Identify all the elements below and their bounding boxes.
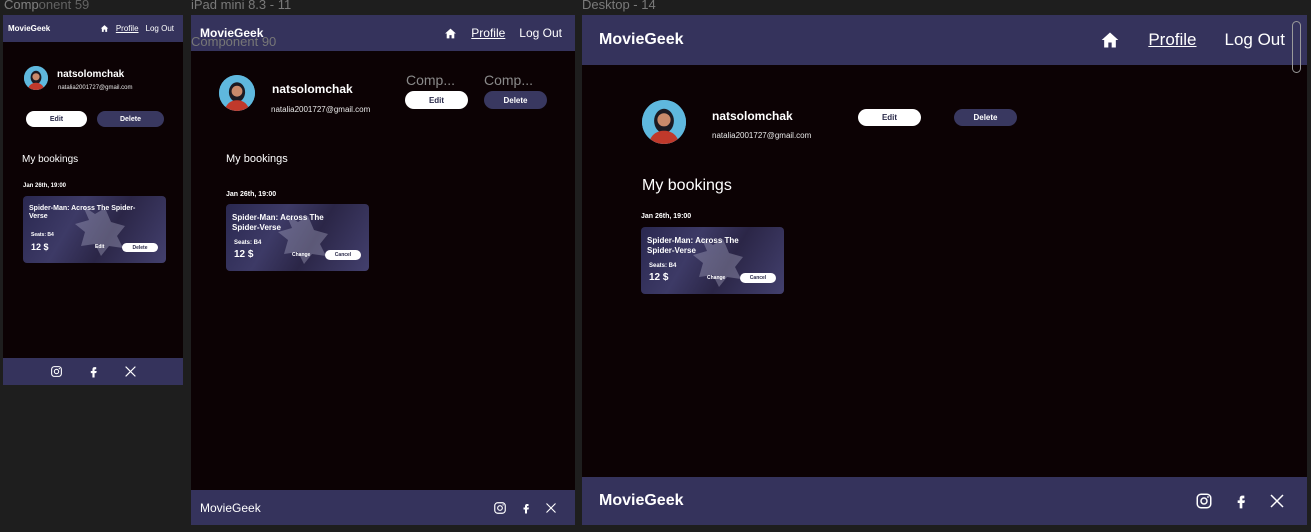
nav-profile-link[interactable]: Profile [116, 24, 139, 33]
booking-cancel-button[interactable]: Cancel [325, 250, 361, 260]
desktop-footer: MovieGeek [582, 477, 1307, 525]
footer-brand: MovieGeek [200, 500, 261, 515]
nav-profile-link[interactable]: Profile [1148, 30, 1196, 50]
user-email: natalia2001727@gmail.com [712, 131, 812, 140]
user-email: natalia2001727@gmail.com [58, 85, 133, 91]
brand-logo[interactable]: MovieGeek [599, 31, 683, 49]
nav-profile-link[interactable]: Profile [471, 26, 505, 40]
scrollbar[interactable] [1292, 21, 1301, 73]
booking-date: Jan 26th, 19:00 [641, 213, 692, 220]
booking-card[interactable]: Spider-Man: Across The Spider-Verse Seat… [226, 204, 369, 271]
brand-logo[interactable]: MovieGeek [8, 24, 50, 33]
tablet-frame: MovieGeek Profile Log Out Component 90 n… [191, 15, 575, 525]
frame-label-component-59: Component 59 [4, 0, 90, 12]
avatar [24, 66, 48, 90]
instagram-icon[interactable] [493, 501, 507, 515]
facebook-icon[interactable] [87, 365, 100, 378]
avatar [219, 75, 255, 111]
nav-logout-link[interactable]: Log Out [146, 24, 174, 33]
component-placeholder-2: Comp... [484, 72, 534, 88]
frame-label-tablet: iPad mini 8.3 - 11 [191, 0, 291, 12]
username: natsolomchak [57, 69, 125, 80]
booking-cancel-button[interactable]: Cancel [740, 273, 776, 283]
instagram-icon[interactable] [50, 365, 63, 378]
delete-profile-button[interactable]: Delete [484, 91, 547, 109]
booking-card[interactable]: Spider-Man: Across The Spider-Verse Seat… [23, 196, 166, 263]
user-email: natalia2001727@gmail.com [271, 105, 371, 114]
movie-title: Spider-Man: Across The Spider-Verse [232, 213, 324, 232]
x-icon[interactable] [1269, 493, 1285, 509]
component-placeholder-1: Comp... [406, 72, 456, 88]
edit-profile-button[interactable]: Edit [26, 111, 87, 127]
edit-profile-button[interactable]: Edit [858, 109, 921, 126]
frame-label-desktop-14: Desktop - 14 [582, 0, 656, 12]
desktop-navbar: MovieGeek Profile Log Out [582, 15, 1307, 65]
movie-title: Spider-Man: Across The Spider-Verse [29, 205, 136, 221]
movie-title: Spider-Man: Across The Spider-Verse [647, 236, 739, 255]
seats-info: Seats: B4 [31, 232, 54, 238]
booking-edit-link[interactable]: Edit [95, 244, 104, 250]
booking-change-link[interactable]: Change [707, 275, 725, 281]
seats-info: Seats: B4 [234, 240, 262, 246]
booking-delete-button[interactable]: Delete [122, 243, 158, 252]
desktop-frame: MovieGeek Profile Log Out natsolomchak n… [582, 15, 1307, 525]
instagram-icon[interactable] [1195, 492, 1213, 510]
mobile-frame: MovieGeek Profile Log Out natsolomchak n… [3, 15, 183, 385]
bookings-heading: My bookings [642, 177, 732, 194]
x-icon[interactable] [124, 365, 137, 378]
booking-card[interactable]: Spider-Man: Across The Spider-Verse Seat… [641, 227, 784, 294]
tablet-footer: MovieGeek [191, 490, 575, 525]
frame-label-desktop: Desktop - 14 [582, 0, 656, 12]
delete-profile-button[interactable]: Delete [97, 111, 164, 127]
home-icon[interactable] [444, 27, 457, 40]
username: natsolomchak [272, 82, 353, 96]
price: 12 $ [649, 272, 669, 283]
booking-date: Jan 26th, 19:00 [226, 191, 277, 198]
avatar [642, 100, 686, 144]
bookings-heading: My bookings [22, 154, 79, 165]
nav-logout-link[interactable]: Log Out [519, 26, 562, 40]
nav-logout-link[interactable]: Log Out [1225, 30, 1286, 50]
booking-date: Jan 26th, 19:00 [23, 183, 67, 189]
frame-label-mobile-component: Component 59 [4, 0, 89, 12]
price: 12 $ [234, 249, 254, 260]
mobile-navbar: MovieGeek Profile Log Out [3, 15, 183, 42]
edit-profile-button[interactable]: Edit [405, 91, 468, 109]
frame-label-component-90: Component 90 [191, 34, 277, 49]
mobile-footer [3, 358, 183, 385]
home-icon[interactable] [1100, 30, 1120, 50]
footer-brand: MovieGeek [599, 492, 684, 509]
frame-label-ipad: iPad mini 8.3 - 11 [191, 0, 292, 12]
facebook-icon[interactable] [1233, 493, 1249, 509]
home-icon[interactable] [100, 24, 109, 33]
booking-change-link[interactable]: Change [292, 252, 310, 258]
delete-profile-button[interactable]: Delete [954, 109, 1017, 126]
facebook-icon[interactable] [520, 502, 532, 514]
username: natsolomchak [712, 109, 793, 123]
bookings-heading: My bookings [226, 153, 288, 165]
seats-info: Seats: B4 [649, 263, 677, 269]
x-icon[interactable] [545, 502, 557, 514]
price: 12 $ [31, 242, 49, 252]
